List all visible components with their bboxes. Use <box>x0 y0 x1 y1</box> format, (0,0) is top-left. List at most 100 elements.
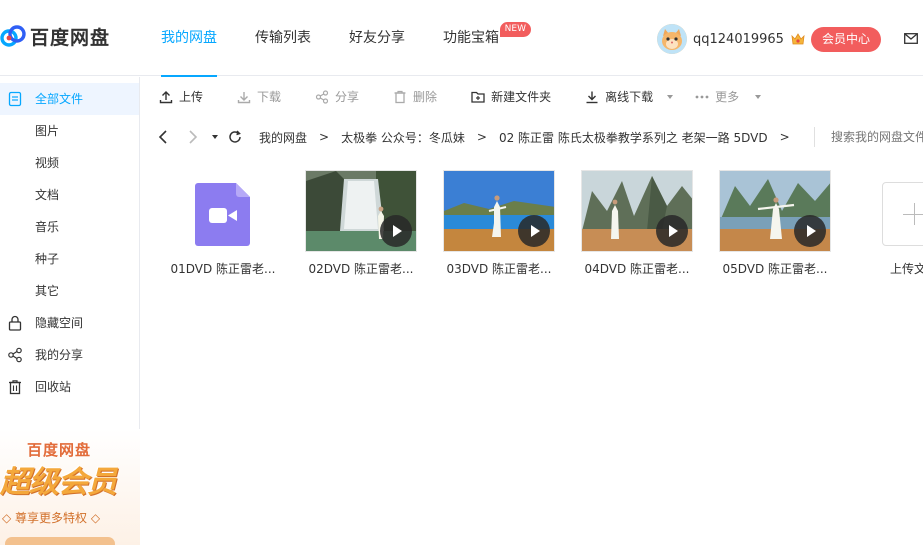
refresh-button[interactable] <box>227 129 243 145</box>
delete-button[interactable]: 删除 <box>393 77 437 116</box>
promo-button[interactable] <box>5 537 115 545</box>
lock-icon <box>8 315 22 331</box>
share-icon <box>315 89 329 104</box>
more-dots-icon <box>695 95 709 98</box>
logo-text: 百度网盘 <box>30 26 111 49</box>
breadcrumb-separator: > <box>476 130 487 144</box>
sidebar-item-hidden-space[interactable]: 隐藏空间 <box>0 307 139 339</box>
video-thumbnail <box>305 170 417 252</box>
sidebar-item-all-files[interactable]: 全部文件 <box>0 83 139 115</box>
super-vip-promo-banner[interactable]: 百度网盘 超级会员 ◇ 尊享更多特权 ◇ <box>0 429 140 545</box>
file-list-icon <box>8 91 22 107</box>
play-icon[interactable] <box>518 215 550 247</box>
new-folder-button[interactable]: 新建文件夹 <box>471 77 551 116</box>
vip-crown-icon <box>791 33 805 45</box>
new-badge: NEW <box>499 22 531 37</box>
upload-button[interactable]: 上传 <box>159 77 203 116</box>
search-input[interactable] <box>814 125 923 149</box>
share-button[interactable]: 分享 <box>315 77 359 116</box>
top-header: 百度网盘 我的网盘 传输列表 好友分享 功能宝箱 NEW qq124019965 <box>0 0 923 77</box>
file-name: 01DVD 陈正雷老... <box>170 262 276 276</box>
sidebar-item-label: 音乐 <box>35 220 60 234</box>
upload-icon <box>159 90 173 103</box>
sidebar-item-label: 文档 <box>35 188 60 202</box>
trash-icon <box>9 380 21 395</box>
file-name: 03DVD 陈正雷老... <box>446 262 552 276</box>
nav-toolbox[interactable]: 功能宝箱 NEW <box>443 0 531 76</box>
offline-download-button[interactable]: 离线下载 <box>585 77 674 116</box>
file-thumbnail <box>167 170 279 252</box>
sidebar-item-label: 其它 <box>35 284 60 298</box>
button-label: 上传 <box>179 90 204 104</box>
sidebar-item-label: 全部文件 <box>35 92 84 106</box>
chevron-down-icon <box>212 135 218 139</box>
video-thumbnail <box>443 170 555 252</box>
mail-icon[interactable] <box>904 33 918 44</box>
user-info[interactable]: qq124019965 <box>657 24 806 54</box>
share-icon <box>8 347 22 363</box>
history-dropdown[interactable] <box>207 129 223 145</box>
download-button[interactable]: 下载 <box>237 77 281 116</box>
path-bar: 我的网盘 > 太极拳 公众号：冬瓜妹 > 02 陈正雷 陈氏太极拳教学系列之 老… <box>141 120 923 154</box>
nav-label: 传输列表 <box>255 30 311 46</box>
username[interactable]: qq124019965 <box>693 32 784 47</box>
more-button[interactable]: 更多 <box>695 77 762 116</box>
file-name: 05DVD 陈正雷老... <box>722 262 828 276</box>
button-label: 新建文件夹 <box>491 90 552 104</box>
nav-my-disk[interactable]: 我的网盘 <box>161 0 217 77</box>
logo[interactable]: 百度网盘 <box>0 20 110 52</box>
sidebar-item-others[interactable]: 其它 <box>0 275 139 307</box>
sidebar-item-torrents[interactable]: 种子 <box>0 243 139 275</box>
sidebar: 全部文件 图片 视频 文档 音乐 种子 其它 隐藏空间 我的分享 回收站 百度网… <box>0 77 140 545</box>
avatar-cat-icon <box>657 24 687 54</box>
vip-center-button[interactable]: 会员中心 <box>811 27 881 52</box>
file-grid: 01DVD 陈正雷老... 02DVD 陈正雷老... 03DVD 陈正雷老..… <box>141 162 923 545</box>
file-toolbar: 上传 下载 分享 删除 新建文件夹 离线下载 更多 <box>141 77 923 116</box>
sidebar-item-videos[interactable]: 视频 <box>0 147 139 179</box>
file-item[interactable]: 01DVD 陈正雷老... <box>167 170 279 277</box>
upload-file-tile[interactable] <box>882 182 923 246</box>
breadcrumb-item[interactable]: 我的网盘 <box>259 129 307 146</box>
promo-subtitle: ◇ 尊享更多特权 ◇ <box>2 511 101 525</box>
file-item[interactable]: 03DVD 陈正雷老... <box>443 170 555 277</box>
sidebar-item-recycle-bin[interactable]: 回收站 <box>0 371 139 403</box>
sidebar-item-music[interactable]: 音乐 <box>0 211 139 243</box>
sidebar-item-documents[interactable]: 文档 <box>0 179 139 211</box>
sidebar-item-label: 视频 <box>35 156 60 170</box>
upload-file-label[interactable]: 上传文件 <box>890 260 923 277</box>
refresh-icon <box>229 130 241 143</box>
sidebar-item-label: 图片 <box>35 124 60 138</box>
nav-transfer-list[interactable]: 传输列表 <box>255 0 311 76</box>
breadcrumb-separator: > <box>779 130 790 144</box>
top-nav: 我的网盘 传输列表 好友分享 功能宝箱 NEW <box>161 0 537 77</box>
breadcrumb-item[interactable]: 太极拳 公众号：冬瓜妹 <box>341 129 465 146</box>
nav-label: 功能宝箱 <box>443 30 499 46</box>
sidebar-item-my-share[interactable]: 我的分享 <box>0 339 139 371</box>
breadcrumb: 我的网盘 > 太极拳 公众号：冬瓜妹 > 02 陈正雷 陈氏太极拳教学系列之 老… <box>259 129 802 146</box>
avatar[interactable] <box>657 24 687 54</box>
download-icon <box>586 91 598 103</box>
forward-button[interactable] <box>185 129 201 145</box>
nav-friend-share[interactable]: 好友分享 <box>349 0 405 76</box>
promo-headline: 超级会员 <box>0 465 117 500</box>
play-icon[interactable] <box>794 215 826 247</box>
file-name: 04DVD 陈正雷老... <box>584 262 690 276</box>
sidebar-item-label: 隐藏空间 <box>35 316 84 330</box>
back-button[interactable] <box>155 129 171 145</box>
video-file-icon <box>195 183 250 246</box>
nav-label: 好友分享 <box>349 30 405 46</box>
file-name: 02DVD 陈正雷老... <box>308 262 414 276</box>
button-label: 删除 <box>413 90 438 104</box>
button-label: 离线下载 <box>605 90 654 104</box>
button-label: 分享 <box>335 90 360 104</box>
play-icon[interactable] <box>656 215 688 247</box>
sidebar-item-images[interactable]: 图片 <box>0 115 139 147</box>
chevron-right-icon <box>189 130 198 144</box>
breadcrumb-item[interactable]: 02 陈正雷 陈氏太极拳教学系列之 老架一路 5DVD <box>499 129 768 146</box>
file-item[interactable]: 04DVD 陈正雷老... <box>581 170 693 277</box>
chevron-down-icon <box>755 94 762 99</box>
file-item[interactable]: 05DVD 陈正雷老... <box>719 170 831 277</box>
play-icon[interactable] <box>380 215 412 247</box>
file-item[interactable]: 02DVD 陈正雷老... <box>305 170 417 277</box>
sidebar-item-label: 回收站 <box>35 380 72 394</box>
